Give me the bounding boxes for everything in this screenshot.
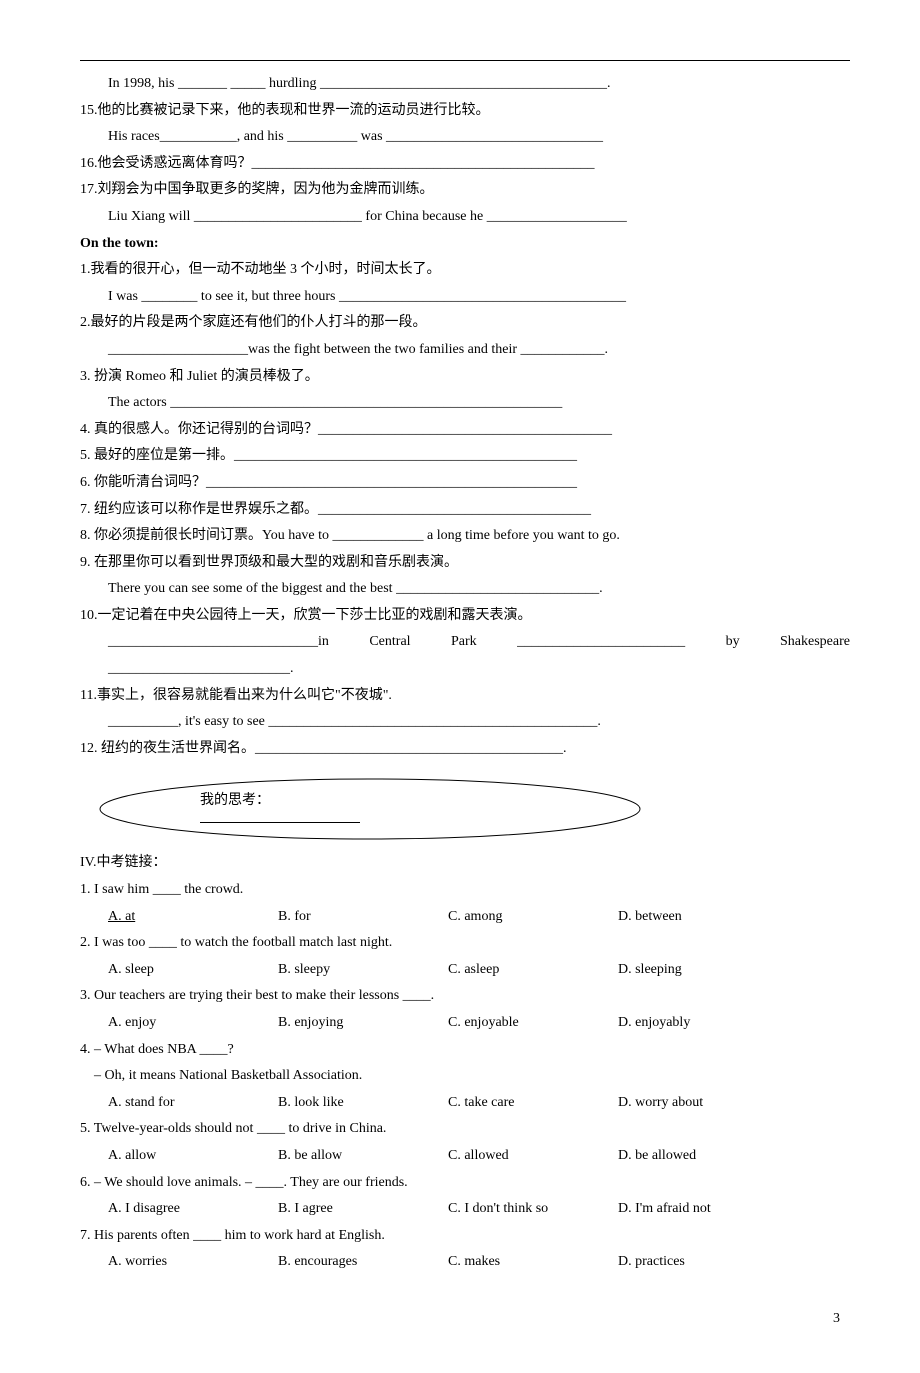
section-on-the-town: On the town: [80, 231, 850, 258]
mc3-opt-c: C. enjoyable [448, 1010, 618, 1037]
town-q10-chinese: 10.一定记着在中央公园待上一天，欣赏一下莎士比亚的戏剧和露天表演。 [80, 603, 850, 630]
mc1-opt-c: C. among [448, 904, 618, 931]
top-rule [80, 60, 850, 61]
mc4-opt-a: A. stand for [80, 1090, 278, 1117]
town-q3-english: The actors _____________________________… [80, 390, 850, 417]
mc6-question: 6. – We should love animals. – ____. The… [80, 1170, 850, 1197]
town-q11-english: __________, it's easy to see ___________… [80, 709, 850, 736]
mc5-opt-b: B. be allow [278, 1143, 448, 1170]
town-q10-english-b: __________________________. [80, 656, 850, 683]
town-q7: 7. 纽约应该可以称作是世界娱乐之都。_____________________… [80, 497, 850, 524]
ellipse-icon [90, 774, 650, 844]
town-q4: 4. 真的很感人。你还记得别的台词吗？_____________________… [80, 417, 850, 444]
mc2-opt-b: B. sleepy [278, 957, 448, 984]
mc2-options: A. sleep B. sleepy C. asleep D. sleeping [80, 957, 850, 984]
mc3-question: 3. Our teachers are trying their best to… [80, 983, 850, 1010]
town-q2-chinese: 2.最好的片段是两个家庭还有他们的仆人打斗的那一段。 [80, 310, 850, 337]
mc4-opt-d: D. worry about [618, 1090, 818, 1117]
town-q1-chinese: 1.我看的很开心，但一动不动地坐 3 个小时，时间太长了。 [80, 257, 850, 284]
q16: 16.他会受诱惑远离体育吗？__________________________… [80, 151, 850, 178]
q15-chinese: 15.他的比赛被记录下来，他的表现和世界一流的运动员进行比较。 [80, 98, 850, 125]
bubble-label: 我的思考： [200, 788, 270, 815]
mc5-opt-c: C. allowed [448, 1143, 618, 1170]
town-q3-chinese: 3. 扮演 Romeo 和 Juliet 的演员棒极了。 [80, 364, 850, 391]
town-q11-chinese: 11.事实上，很容易就能看出来为什么叫它"不夜城". [80, 683, 850, 710]
town-q5: 5. 最好的座位是第一排。___________________________… [80, 443, 850, 470]
mc2-question: 2. I was too ____ to watch the football … [80, 930, 850, 957]
town-q6: 6. 你能听清台词吗？_____________________________… [80, 470, 850, 497]
mc6-opt-c: C. I don't think so [448, 1196, 618, 1223]
mc6-opt-b: B. I agree [278, 1196, 448, 1223]
mc2-opt-a: A. sleep [80, 957, 278, 984]
town-q12: 12. 纽约的夜生活世界闻名。_________________________… [80, 736, 850, 763]
mc4-question-1: 4. – What does NBA ____? [80, 1037, 850, 1064]
mc7-question: 7. His parents often ____ him to work ha… [80, 1223, 850, 1250]
mc1-question: 1. I saw him ____ the crowd. [80, 877, 850, 904]
mc6-opt-a: A. I disagree [80, 1196, 278, 1223]
mc5-opt-d: D. be allowed [618, 1143, 818, 1170]
mc4-opt-c: C. take care [448, 1090, 618, 1117]
town-q9-english: There you can see some of the biggest an… [80, 576, 850, 603]
mc2-opt-d: D. sleeping [618, 957, 818, 984]
mc3-opt-a: A. enjoy [80, 1010, 278, 1037]
mc1-opt-a: A. at [80, 904, 278, 931]
mc4-options: A. stand for B. look like C. take care D… [80, 1090, 850, 1117]
mc5-options: A. allow B. be allow C. allowed D. be al… [80, 1143, 850, 1170]
mc1-options: A. at B. for C. among D. between [80, 904, 850, 931]
mc3-opt-b: B. enjoying [278, 1010, 448, 1037]
mc4-opt-b: B. look like [278, 1090, 448, 1117]
town-q8: 8. 你必须提前很长时间订票。You have to _____________… [80, 523, 850, 550]
mc4-question-2: – Oh, it means National Basketball Assoc… [80, 1063, 850, 1090]
page-number: 3 [80, 1306, 850, 1333]
mc7-opt-c: C. makes [448, 1249, 618, 1276]
bubble-underline [200, 822, 360, 823]
town-q1-english: I was ________ to see it, but three hour… [80, 284, 850, 311]
town-q2-part1: ____________________was the fight betwee… [108, 342, 445, 357]
town-q2-english: ____________________was the fight betwee… [80, 337, 850, 364]
mc1-opt-d: D. between [618, 904, 818, 931]
mc6-opt-d: D. I'm afraid not [618, 1196, 818, 1223]
mc5-opt-a: A. allow [80, 1143, 278, 1170]
mc2-opt-c: C. asleep [448, 957, 618, 984]
mc7-opt-d: D. practices [618, 1249, 818, 1276]
town-q9-chinese: 9. 在那里你可以看到世界顶级和最大型的戏剧和音乐剧表演。 [80, 550, 850, 577]
mc7-options: A. worries B. encourages C. makes D. pra… [80, 1249, 850, 1276]
q17-chinese: 17.刘翔会为中国争取更多的奖牌，因为他为金牌而训练。 [80, 177, 850, 204]
town-q10-english-a: ______________________________in Central… [80, 629, 850, 656]
q15-english: His races___________, and his __________… [80, 124, 850, 151]
section-iv: IV.中考链接： [80, 850, 850, 877]
mc7-opt-b: B. encourages [278, 1249, 448, 1276]
mc7-opt-a: A. worries [80, 1249, 278, 1276]
q17-english: Liu Xiang will ________________________ … [80, 204, 850, 231]
mc6-options: A. I disagree B. I agree C. I don't thin… [80, 1196, 850, 1223]
mc3-options: A. enjoy B. enjoying C. enjoyable D. enj… [80, 1010, 850, 1037]
town-q2-part2: lies and their ____________. [445, 342, 608, 357]
mc5-question: 5. Twelve-year-olds should not ____ to d… [80, 1116, 850, 1143]
mc3-opt-d: D. enjoyably [618, 1010, 818, 1037]
mc1-opt-b: B. for [278, 904, 448, 931]
thought-bubble: 我的思考： [80, 774, 850, 844]
q14-english: In 1998, his _______ _____ hurdling ____… [80, 71, 850, 98]
